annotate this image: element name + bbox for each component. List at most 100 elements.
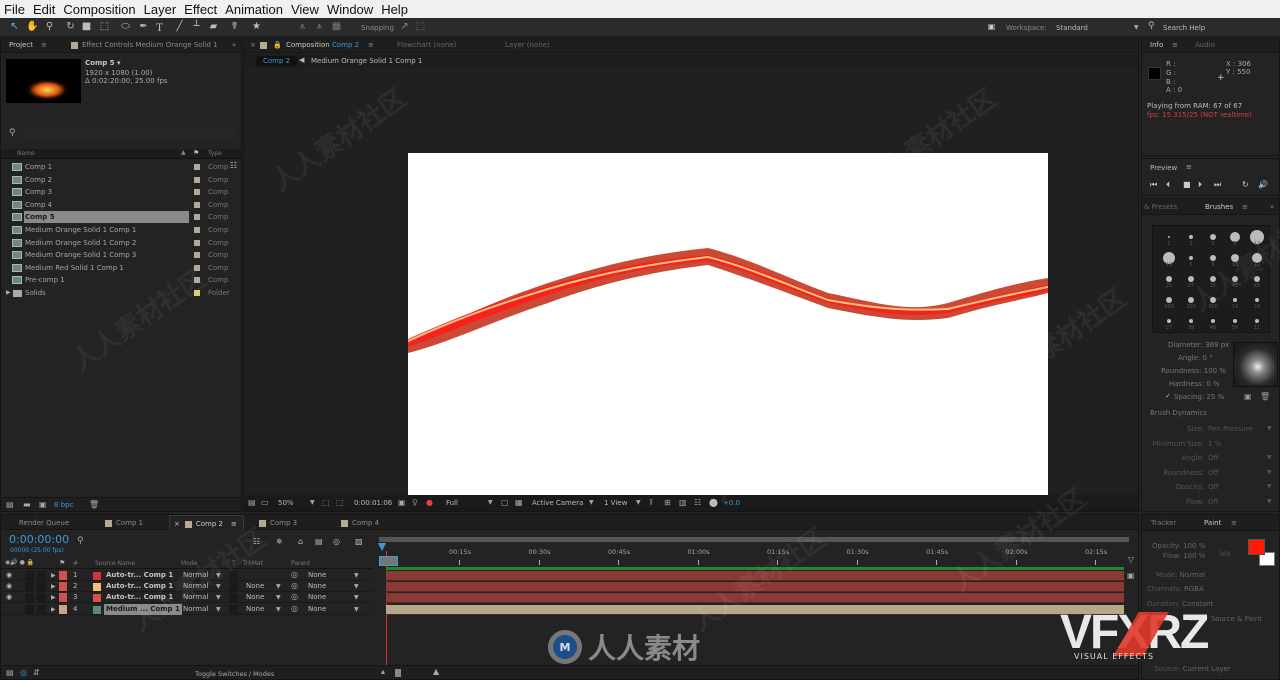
lock-icon[interactable]: 🔒 xyxy=(273,41,282,49)
loop-icon[interactable]: ↻ xyxy=(1242,180,1249,189)
layer-mode-select[interactable]: Normal xyxy=(183,571,208,579)
mode-dropdown-icon[interactable]: ▼ xyxy=(216,572,221,579)
info-menu-icon[interactable]: ≡ xyxy=(1172,41,1178,49)
view-layout-select[interactable]: 1 View xyxy=(604,499,627,507)
parent-select[interactable]: None xyxy=(308,593,326,601)
pen-tool-icon[interactable]: ✒ xyxy=(137,21,150,33)
new-folder-icon[interactable]: ▬ xyxy=(23,500,31,509)
brush-dynamics-row[interactable]: Flow: Off ▼ xyxy=(1142,496,1279,508)
flowchart-view-icon[interactable]: ☷ xyxy=(694,498,701,507)
brush-tip[interactable]: 24 xyxy=(1247,293,1267,312)
expand-layer-icon[interactable]: ▶ xyxy=(51,594,56,601)
menu-edit[interactable]: Edit xyxy=(33,2,55,17)
project-search-icon[interactable]: ⚲ xyxy=(9,128,16,138)
selection-tool-icon[interactable]: ↖ xyxy=(8,21,21,33)
draft-3d-timeline-icon[interactable]: ✵ xyxy=(276,537,283,546)
exposure-value[interactable]: +0.0 xyxy=(723,499,740,507)
clone-stamp-tool-icon[interactable]: ┴ xyxy=(190,21,203,33)
label-swatch[interactable] xyxy=(194,189,200,196)
snap-edges-icon[interactable]: ⬚ xyxy=(414,21,427,33)
expand-layer-icon[interactable]: ▶ xyxy=(51,583,56,590)
layer-row[interactable]: ◉ ▶ 3 Auto-tr... Comp 1 Normal ▼ None ▼ ◎ None ▼ xyxy=(1,592,373,604)
stop-icon[interactable]: ■ xyxy=(1183,180,1191,189)
comp-viewer[interactable] xyxy=(408,153,1048,495)
project-item[interactable]: Medium Orange Solid 1 Comp 3 Comp xyxy=(1,249,241,261)
preserve-transparency-box[interactable] xyxy=(229,582,238,592)
project-item[interactable]: Comp 4 Comp xyxy=(1,199,241,211)
channel-icon[interactable]: ● xyxy=(426,498,433,507)
brush-tip[interactable]: 17 xyxy=(1247,251,1267,270)
label-swatch[interactable] xyxy=(194,277,200,284)
layer-label-color[interactable] xyxy=(59,582,67,592)
search-help-input[interactable]: Search Help xyxy=(1163,24,1205,32)
expand-modes-icon[interactable]: ◎ xyxy=(20,668,27,677)
comp-flowchart-icon[interactable]: ☷ xyxy=(253,537,260,546)
timeline-tab[interactable]: Comp 4 xyxy=(341,519,379,527)
brush-tip[interactable]: 65 xyxy=(1247,272,1267,291)
label-swatch[interactable] xyxy=(194,290,200,296)
close-comp-icon[interactable]: × xyxy=(250,41,256,49)
dropdown-icon[interactable]: ▼ xyxy=(1267,454,1272,461)
trkmat-header[interactable]: TrkMat xyxy=(243,560,263,567)
layer-name[interactable]: Auto-tr... Comp 1 xyxy=(104,570,175,581)
project-item[interactable]: Comp 3 Comp xyxy=(1,186,241,198)
brush-tip[interactable]: 14 xyxy=(1225,293,1245,312)
layer-label-color[interactable] xyxy=(59,593,67,603)
always-preview-icon[interactable]: ▤ xyxy=(248,498,256,507)
expand-arrow-icon[interactable]: ▶ xyxy=(6,289,11,296)
pickwhip-icon[interactable]: ◎ xyxy=(291,581,298,590)
menu-help[interactable]: Help xyxy=(381,2,408,17)
camera-dropdown-icon[interactable]: ▼ xyxy=(589,499,594,506)
snapping-label[interactable]: Snapping xyxy=(361,24,394,32)
shy-icon[interactable]: ⌂ xyxy=(298,537,303,546)
layer-row[interactable]: ▶ 4 Medium ... Comp 1 Normal ▼ None ▼ ◎ None ▼ xyxy=(1,603,373,615)
brush-dynamics-row[interactable]: Size: Pen Pressure ▼ xyxy=(1142,423,1279,435)
fast-previews-icon[interactable]: ▢ xyxy=(501,498,509,507)
tab-composition[interactable]: Composition Comp 2 xyxy=(286,41,359,49)
project-item[interactable]: Comp 5 Comp xyxy=(1,211,241,224)
tab-project[interactable]: Project xyxy=(9,41,33,49)
brush-dynamics-row[interactable]: Minimum Size: 1 % xyxy=(1142,438,1279,450)
comp-menu-icon[interactable]: ≡ xyxy=(368,41,374,49)
brushes-overflow-icon[interactable]: » xyxy=(1270,203,1274,211)
layer-name[interactable]: Auto-tr... Comp 1 xyxy=(104,581,175,592)
first-frame-icon[interactable]: ⏮ xyxy=(1150,180,1157,190)
sort-icon[interactable]: ▲ xyxy=(181,149,186,156)
pickwhip-icon[interactable]: ◎ xyxy=(291,604,298,613)
workspace-dropdown-icon[interactable]: ▼ xyxy=(1134,24,1139,31)
col-type-header[interactable]: Type xyxy=(208,150,222,157)
layer-mode-select[interactable]: Normal xyxy=(183,605,208,613)
paint-channels[interactable]: Channels: RGBA xyxy=(1147,585,1204,593)
paint-opacity[interactable]: Opacity: 100 % xyxy=(1152,542,1205,550)
label-swatch[interactable] xyxy=(194,227,200,233)
project-item[interactable]: Medium Red Solid 1 Comp 1 Comp xyxy=(1,262,241,274)
brush-tip[interactable]: 1 xyxy=(1159,230,1179,249)
timeline-current-time[interactable]: 0:00:00:00 xyxy=(9,533,69,546)
zoom-out-icon[interactable]: ▴ xyxy=(381,667,385,676)
hand-tool-icon[interactable]: ✋ xyxy=(26,21,39,33)
pixel-aspect-icon[interactable]: ⫪ xyxy=(649,498,654,508)
mode-header[interactable]: Mode xyxy=(181,560,197,567)
dropdown-icon[interactable]: ▼ xyxy=(1267,483,1272,490)
label-swatch[interactable] xyxy=(194,201,200,208)
panel-overflow-icon[interactable]: » xyxy=(232,41,236,49)
brush-tip[interactable]: 3 xyxy=(1181,230,1201,249)
trkmat-select[interactable]: None xyxy=(246,605,264,613)
mode-dropdown-icon[interactable]: ▼ xyxy=(216,606,221,613)
lock-switch[interactable] xyxy=(37,571,46,580)
view-axis-icon[interactable]: ▦ xyxy=(330,21,343,33)
brush-tip[interactable]: 9 xyxy=(1203,251,1223,270)
brush-tip[interactable]: 59 xyxy=(1225,314,1245,333)
trkmat-select[interactable]: None xyxy=(246,593,264,601)
layer-duration-bar[interactable] xyxy=(386,582,1124,593)
rotation-tool-icon[interactable]: ↻ xyxy=(64,21,77,33)
label-swatch[interactable] xyxy=(194,214,200,221)
zoom-in-icon[interactable]: ▲ xyxy=(433,667,439,676)
tab-audio[interactable]: Audio xyxy=(1195,41,1215,49)
brush-tip[interactable]: 11 xyxy=(1247,314,1267,333)
menu-view[interactable]: View xyxy=(291,2,319,17)
delete-icon[interactable]: 🗑 xyxy=(89,500,99,509)
draft-3d-icon[interactable]: ⊞ xyxy=(664,498,671,507)
lock-switch[interactable] xyxy=(37,604,46,614)
new-brush-icon[interactable]: ▣ xyxy=(1244,392,1252,401)
